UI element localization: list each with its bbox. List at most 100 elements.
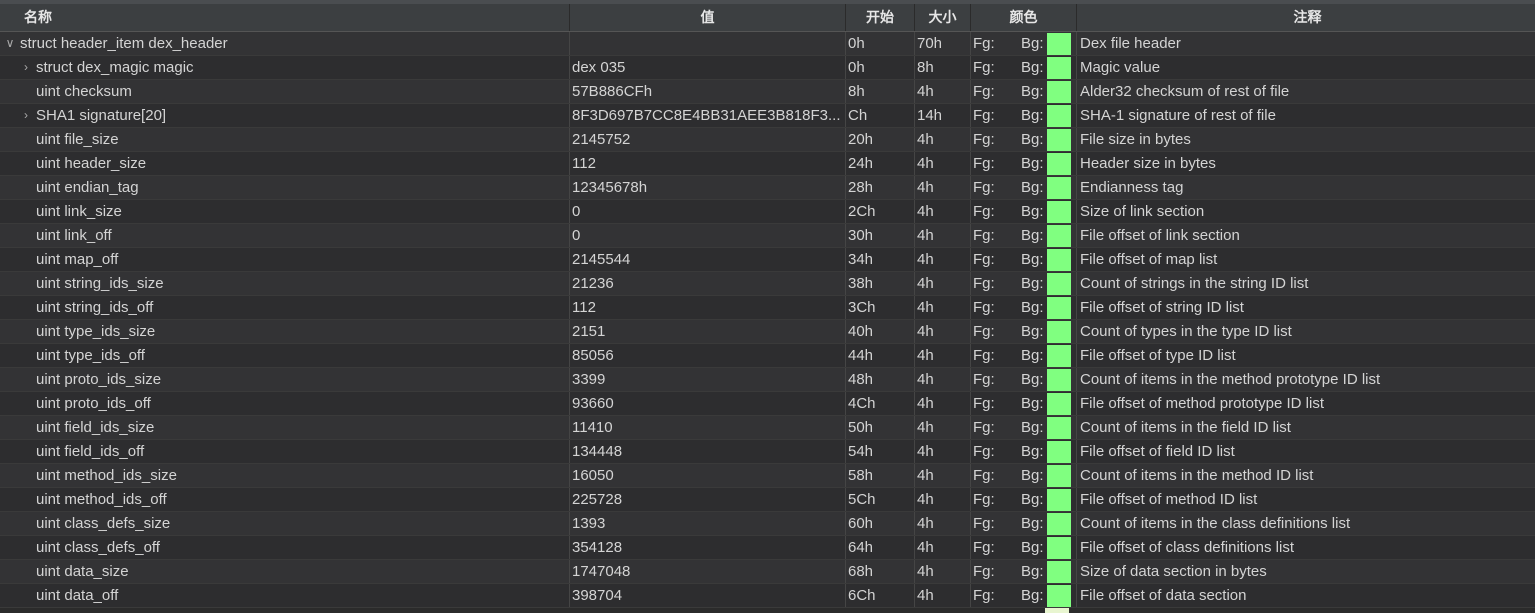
row-color-cell[interactable]: Fg: Bg: <box>971 464 1077 487</box>
table-row[interactable]: uint class_defs_size 1393 60h 4h Fg: Bg: Count… <box>0 512 1535 536</box>
bg-color-swatch[interactable] <box>1047 104 1071 127</box>
table-row[interactable]: › struct dex_magic magic dex 035 0h 8h Fg: Bg:… <box>0 56 1535 80</box>
column-header-start[interactable]: 开始 <box>846 4 915 31</box>
chevron-down-icon[interactable]: ∨ <box>4 32 16 55</box>
fg-label: Fg: <box>973 443 995 460</box>
bg-color-swatch[interactable] <box>1047 344 1071 367</box>
column-header-size[interactable]: 大小 <box>915 4 971 31</box>
table-row[interactable]: › SHA1 signature[20] 8F3D697B7CC8E4BB31AEE… <box>0 104 1535 128</box>
bg-color-swatch[interactable] <box>1047 512 1071 535</box>
table-row[interactable]: uint method_ids_off 225728 5Ch 4h Fg: Bg: File… <box>0 488 1535 512</box>
table-row[interactable]: uint checksum 57B886CFh 8h 4h Fg: Bg: Alder32 … <box>0 80 1535 104</box>
table-row[interactable]: uint header_size 112 24h 4h Fg: Bg: Header siz… <box>0 152 1535 176</box>
table-row[interactable]: uint endian_tag 12345678h 28h 4h Fg: Bg: Endia… <box>0 176 1535 200</box>
bg-color-swatch[interactable] <box>1047 56 1071 79</box>
row-color-cell[interactable]: Fg: Bg: <box>971 224 1077 247</box>
row-value-cell: 398704 <box>570 584 846 607</box>
row-color-cell[interactable]: Fg: Bg: <box>971 440 1077 463</box>
table-row[interactable]: ∨ struct header_item dex_header 0h 70h Fg: Bg… <box>0 32 1535 56</box>
row-start-cell: 8h <box>846 80 915 103</box>
row-color-cell[interactable]: Fg: Bg: <box>971 512 1077 535</box>
table-row[interactable]: uint proto_ids_size 3399 48h 4h Fg: Bg: Count … <box>0 368 1535 392</box>
bg-color-swatch[interactable] <box>1047 440 1071 463</box>
bg-color-swatch[interactable] <box>1047 128 1071 151</box>
row-color-cell[interactable]: Fg: Bg: <box>971 152 1077 175</box>
row-name-label: uint proto_ids_off <box>36 395 151 412</box>
table-row[interactable]: uint class_defs_off 354128 64h 4h Fg: Bg: File… <box>0 536 1535 560</box>
row-size-cell: 4h <box>915 392 971 415</box>
bg-color-swatch[interactable] <box>1047 248 1071 271</box>
row-color-cell[interactable]: Fg: Bg: <box>971 80 1077 103</box>
row-color-cell[interactable]: Fg: Bg: <box>971 272 1077 295</box>
row-color-cell[interactable]: Fg: Bg: <box>971 320 1077 343</box>
table-row[interactable]: uint string_ids_off 112 3Ch 4h Fg: Bg: File of… <box>0 296 1535 320</box>
table-row[interactable]: uint map_off 2145544 34h 4h Fg: Bg: File offse… <box>0 248 1535 272</box>
table-row[interactable]: uint type_ids_off 85056 44h 4h Fg: Bg: File of… <box>0 344 1535 368</box>
table-row[interactable]: uint link_off 0 30h 4h Fg: Bg: File offset of … <box>0 224 1535 248</box>
bg-color-swatch[interactable] <box>1047 536 1071 559</box>
row-name-label: uint link_off <box>36 227 112 244</box>
row-color-cell[interactable]: Fg: Bg: <box>971 536 1077 559</box>
bg-color-swatch[interactable] <box>1047 224 1071 247</box>
row-name-label: SHA1 signature[20] <box>36 107 167 124</box>
bg-color-swatch[interactable] <box>1047 296 1071 319</box>
bg-color-swatch[interactable] <box>1047 200 1071 223</box>
row-color-cell[interactable]: Fg: Bg: <box>971 296 1077 319</box>
bg-color-swatch[interactable] <box>1047 320 1071 343</box>
row-color-cell[interactable]: Fg: Bg: <box>971 392 1077 415</box>
row-color-cell[interactable]: Fg: Bg: <box>971 368 1077 391</box>
row-size-cell: 14h <box>915 104 971 127</box>
table-row[interactable]: uint proto_ids_off 93660 4Ch 4h Fg: Bg: File o… <box>0 392 1535 416</box>
row-start-cell: 50h <box>846 416 915 439</box>
row-name-label: uint method_ids_off <box>36 491 167 508</box>
row-color-cell[interactable]: Fg: Bg: <box>971 176 1077 199</box>
table-row[interactable]: uint method_ids_size 16050 58h 4h Fg: Bg: Coun… <box>0 464 1535 488</box>
row-color-cell[interactable]: Fg: Bg: <box>971 200 1077 223</box>
table-row[interactable]: uint link_size 0 2Ch 4h Fg: Bg: Size of link s… <box>0 200 1535 224</box>
row-color-cell[interactable]: Fg: Bg: <box>971 584 1077 607</box>
row-value-cell: 21236 <box>570 272 846 295</box>
table-row[interactable]: uint data_size 1747048 68h 4h Fg: Bg: Size of … <box>0 560 1535 584</box>
row-comment-cell: Size of data section in bytes <box>1080 563 1267 580</box>
row-color-cell[interactable]: Fg: Bg: <box>971 488 1077 511</box>
table-row[interactable]: uint data_off 398704 6Ch 4h Fg: Bg: File offse… <box>0 584 1535 608</box>
row-name-cell: ∨ struct header_item dex_header <box>0 32 570 55</box>
bg-color-swatch[interactable] <box>1047 392 1071 415</box>
bg-color-swatch[interactable] <box>1047 464 1071 487</box>
column-header-name[interactable]: 名称 <box>0 4 570 31</box>
bg-color-swatch[interactable] <box>1047 416 1071 439</box>
row-color-cell[interactable]: Fg: Bg: <box>971 56 1077 79</box>
bg-color-swatch[interactable] <box>1047 32 1071 55</box>
bg-color-swatch[interactable] <box>1047 560 1071 583</box>
row-color-cell[interactable]: Fg: Bg: <box>971 32 1077 55</box>
row-size-cell: 4h <box>915 584 971 607</box>
table-row[interactable]: uint field_ids_size 11410 50h 4h Fg: Bg: Count… <box>0 416 1535 440</box>
row-color-cell[interactable]: Fg: Bg: <box>971 560 1077 583</box>
row-comment-cell: File offset of string ID list <box>1080 299 1244 316</box>
column-header-comment[interactable]: 注释 <box>1077 4 1535 31</box>
chevron-right-icon[interactable]: › <box>20 56 32 79</box>
row-value-cell: 8F3D697B7CC8E4BB31AEE3B818F3... <box>570 104 846 127</box>
row-color-cell[interactable]: Fg: Bg: <box>971 344 1077 367</box>
bg-color-swatch[interactable] <box>1047 368 1071 391</box>
chevron-right-icon[interactable]: › <box>20 104 32 127</box>
bg-color-swatch[interactable] <box>1047 80 1071 103</box>
row-color-cell[interactable]: Fg: Bg: <box>971 104 1077 127</box>
table-row[interactable]: uint type_ids_size 2151 40h 4h Fg: Bg: Count o… <box>0 320 1535 344</box>
row-color-cell[interactable]: Fg: Bg: <box>971 248 1077 271</box>
table-row[interactable]: uint field_ids_off 134448 54h 4h Fg: Bg: File … <box>0 440 1535 464</box>
row-color-cell[interactable]: Fg: Bg: <box>971 416 1077 439</box>
bg-label: Bg: <box>1021 443 1044 460</box>
row-value-cell <box>570 32 846 55</box>
bg-color-swatch[interactable] <box>1047 584 1071 607</box>
table-row[interactable]: uint file_size 2145752 20h 4h Fg: Bg: File siz… <box>0 128 1535 152</box>
bg-color-swatch[interactable] <box>1047 488 1071 511</box>
row-color-cell[interactable]: Fg: Bg: <box>971 128 1077 151</box>
column-header-color[interactable]: 颜色 <box>971 4 1077 31</box>
table-row[interactable]: uint string_ids_size 21236 38h 4h Fg: Bg: Coun… <box>0 272 1535 296</box>
bg-color-swatch[interactable] <box>1047 272 1071 295</box>
column-header-value[interactable]: 值 <box>570 4 846 31</box>
bg-color-swatch[interactable] <box>1047 152 1071 175</box>
bg-color-swatch[interactable] <box>1047 176 1071 199</box>
fg-label: Fg: <box>973 371 995 388</box>
